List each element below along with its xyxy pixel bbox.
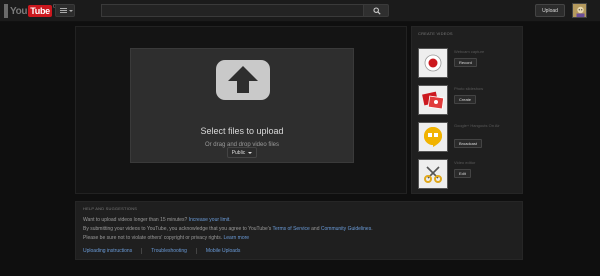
terms-and: and <box>311 226 320 232</box>
tool-label-webcam: Webcam capture <box>454 49 485 54</box>
tool-label-slideshow: Photo slideshow <box>454 86 484 91</box>
privacy-dropdown[interactable]: Public <box>227 147 257 158</box>
help-title: HELP AND SUGGESTIONS <box>83 206 138 211</box>
help-line-limit: Want to upload videos longer than 15 min… <box>83 217 231 223</box>
search-icon <box>373 7 381 15</box>
chevron-down-icon <box>248 151 253 154</box>
edit-button[interactable]: Edit <box>454 169 471 178</box>
select-files-label[interactable]: Select files to upload <box>131 126 353 136</box>
help-line-copyright: Please be sure not to violate others' co… <box>83 235 249 241</box>
tool-webcam: Webcam capture Record <box>418 48 522 80</box>
upload-panel: Select files to upload Or drag and drop … <box>75 26 407 194</box>
hangouts-icon <box>418 122 448 152</box>
guide-menu-button[interactable] <box>55 4 75 17</box>
troubleshooting-link[interactable]: Troubleshooting <box>151 248 187 254</box>
logo-tube: Tube <box>28 5 52 17</box>
terms-period: . <box>371 226 373 232</box>
terms-of-service-link[interactable]: Terms of Service <box>273 226 310 232</box>
link-divider <box>141 248 143 254</box>
upload-button[interactable]: Upload <box>535 4 565 17</box>
avatar-image <box>573 4 586 17</box>
avatar[interactable] <box>572 3 587 18</box>
broadcast-button[interactable]: Broadcast <box>454 139 483 148</box>
limit-period: . <box>229 217 231 223</box>
search-input[interactable] <box>101 4 363 17</box>
limit-text: Want to upload videos longer than 15 min… <box>83 217 188 223</box>
youtube-logo[interactable]: You Tube CA <box>10 4 60 18</box>
slideshow-icon <box>418 85 448 115</box>
record-icon <box>418 48 448 78</box>
uploading-instructions-link[interactable]: Uploading instructions <box>83 248 132 254</box>
increase-limit-link[interactable]: Increase your limit <box>189 217 230 223</box>
learn-more-link[interactable]: Learn more <box>223 235 249 241</box>
menu-icon <box>60 8 67 13</box>
privacy-label: Public <box>231 149 246 156</box>
tool-slideshow: Photo slideshow Create <box>418 85 522 117</box>
logo-you: You <box>10 5 28 17</box>
upload-arrow-icon <box>216 60 270 100</box>
chevron-down-icon <box>69 10 73 12</box>
search-button[interactable] <box>363 4 389 17</box>
copyright-text: Please be sure not to violate others' co… <box>83 235 223 241</box>
file-drop-zone[interactable]: Select files to upload Or drag and drop … <box>130 48 354 163</box>
scissors-icon <box>418 159 448 189</box>
tool-label-hangouts: Google+ Hangouts On Air <box>454 123 500 128</box>
create-videos-title: CREATE VIDEOS <box>418 31 453 36</box>
tool-editor: Video editor Edit <box>418 159 522 191</box>
help-line-terms: By submitting your videos to YouTube, yo… <box>83 226 373 232</box>
record-button[interactable]: Record <box>454 58 477 67</box>
tool-hangouts: Google+ Hangouts On Air Broadcast <box>418 122 522 154</box>
mobile-uploads-link[interactable]: Mobile Uploads <box>206 248 240 254</box>
terms-text: By submitting your videos to YouTube, yo… <box>83 226 272 232</box>
create-button[interactable]: Create <box>454 95 477 104</box>
link-divider <box>195 248 197 254</box>
community-guidelines-link[interactable]: Community Guidelines <box>321 226 371 232</box>
tool-label-editor: Video editor <box>454 160 476 165</box>
guide-edge-bar <box>4 4 8 18</box>
help-panel: HELP AND SUGGESTIONS Want to upload vide… <box>75 201 523 260</box>
masthead: You Tube CA Upload <box>0 0 600 22</box>
help-links: Uploading instructions Troubleshooting M… <box>83 248 240 254</box>
create-videos-panel: CREATE VIDEOS Webcam capture Record Phot… <box>411 26 523 194</box>
